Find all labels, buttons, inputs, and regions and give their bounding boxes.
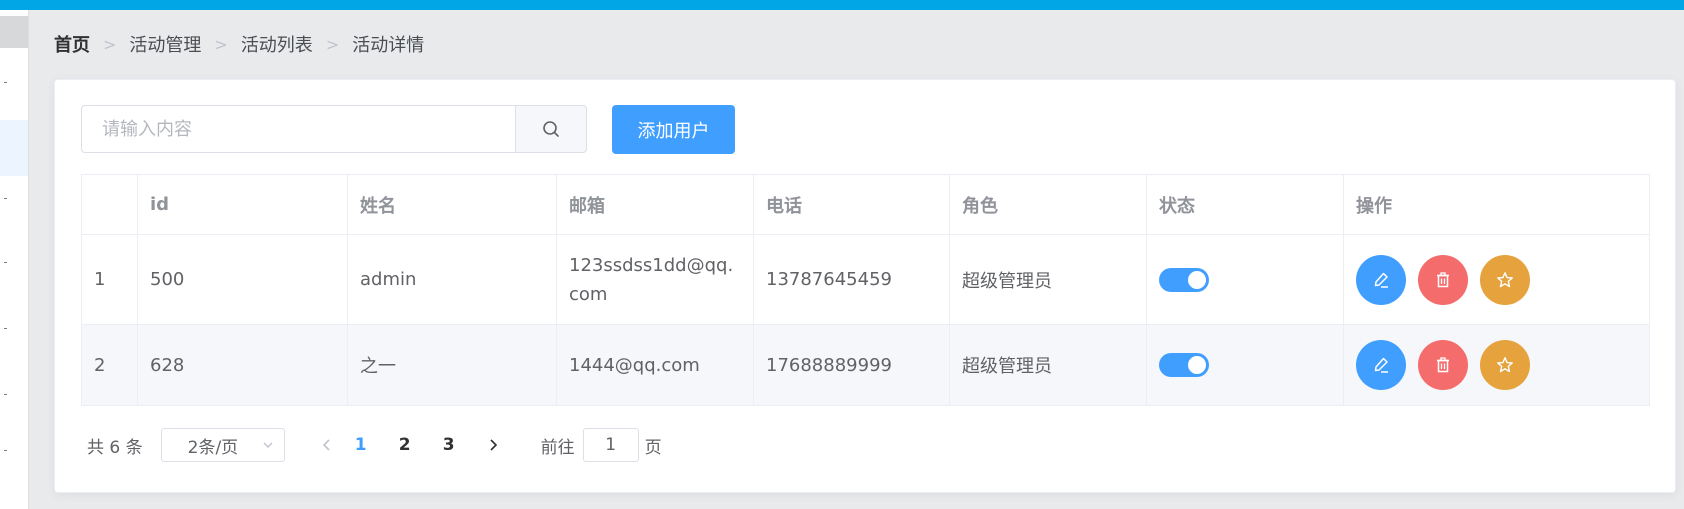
edit-button[interactable] xyxy=(1356,340,1406,390)
status-cell xyxy=(1146,324,1344,406)
delete-icon xyxy=(1437,271,1449,287)
user-name: 之一 xyxy=(347,324,557,406)
row-index: 2 xyxy=(81,324,138,406)
content-card: 添加用户 id 姓名 邮箱 电话 角色 状态 操作 1 500 admin 1 xyxy=(54,79,1676,493)
total-count: 共 6 条 xyxy=(87,437,143,458)
sidebar-item-marker[interactable] xyxy=(4,450,7,451)
toggle-knob xyxy=(1188,270,1206,289)
breadcrumb: 首页 > 活动管理 > 活动列表 > 活动详情 xyxy=(54,31,425,57)
user-email: 123ssdss1dd@qq.com xyxy=(556,234,754,325)
sidebar-item-marker[interactable] xyxy=(4,198,7,199)
top-bar xyxy=(0,0,1684,10)
column-header-email: 邮箱 xyxy=(556,174,754,235)
user-phone: 17688889999 xyxy=(753,324,950,406)
sidebar-active-item[interactable] xyxy=(0,120,28,176)
sidebar-item-marker[interactable] xyxy=(4,328,7,329)
column-header-name: 姓名 xyxy=(347,174,557,235)
delete-button[interactable] xyxy=(1418,254,1468,305)
sidebar-header xyxy=(0,16,28,48)
column-header-phone: 电话 xyxy=(753,174,950,235)
delete-icon xyxy=(1437,357,1449,373)
sidebar-item-marker[interactable] xyxy=(4,262,7,263)
goto-suffix: 页 xyxy=(644,437,662,458)
table-header-row: id 姓名 邮箱 电话 角色 状态 操作 xyxy=(81,174,1650,235)
user-id: 628 xyxy=(137,324,348,406)
column-header-status: 状态 xyxy=(1146,174,1344,235)
user-table: id 姓名 邮箱 电话 角色 状态 操作 1 500 admin 123ssds… xyxy=(81,174,1650,406)
goto-label: 前往 xyxy=(540,437,575,458)
next-page-button[interactable] xyxy=(481,438,505,452)
delete-button[interactable] xyxy=(1418,340,1468,390)
chevron-right-icon xyxy=(490,439,497,451)
status-cell xyxy=(1146,234,1344,325)
edit-button[interactable] xyxy=(1356,254,1406,305)
search-group xyxy=(81,105,587,153)
star-button[interactable] xyxy=(1480,254,1530,305)
user-email: 1444@qq.com xyxy=(556,324,754,406)
chevron-down-icon xyxy=(263,442,273,448)
search-icon xyxy=(543,121,559,137)
edit-icon xyxy=(1374,357,1388,373)
sidebar xyxy=(0,10,29,509)
breadcrumb-current: 活动详情 xyxy=(352,35,425,56)
status-toggle[interactable] xyxy=(1159,353,1209,377)
page-number[interactable]: 3 xyxy=(427,435,471,455)
column-header-id: id xyxy=(137,174,348,235)
sidebar-item-marker[interactable] xyxy=(4,394,7,395)
star-icon xyxy=(1497,357,1513,373)
prev-page-button[interactable] xyxy=(315,438,339,452)
breadcrumb-separator-icon: > xyxy=(103,34,117,54)
edit-icon xyxy=(1374,272,1388,288)
star-button[interactable] xyxy=(1480,340,1530,390)
goto-page-input[interactable] xyxy=(582,428,639,462)
sidebar-item-marker[interactable] xyxy=(4,82,7,83)
toggle-knob xyxy=(1188,356,1206,374)
page-number[interactable]: 2 xyxy=(383,435,427,455)
table-row: 2 628 之一 1444@qq.com 17688889999 超级管理员 xyxy=(81,324,1650,406)
breadcrumb-item[interactable]: 活动列表 xyxy=(241,31,313,57)
breadcrumb-home[interactable]: 首页 xyxy=(54,31,90,57)
table-row: 1 500 admin 123ssdss1dd@qq.com 137876454… xyxy=(81,234,1650,325)
user-name: admin xyxy=(347,234,557,325)
user-role: 超级管理员 xyxy=(949,324,1147,406)
chevron-left-icon xyxy=(322,439,330,451)
actions-cell xyxy=(1343,324,1650,406)
user-role: 超级管理员 xyxy=(949,234,1147,325)
user-phone: 13787645459 xyxy=(753,234,950,325)
breadcrumb-item[interactable]: 活动管理 xyxy=(129,31,201,57)
page-size-select[interactable]: 2条/页 xyxy=(160,428,285,462)
column-header-actions: 操作 xyxy=(1343,174,1650,235)
row-index: 1 xyxy=(81,234,138,325)
star-icon xyxy=(1497,271,1513,287)
column-header-role: 角色 xyxy=(949,174,1147,235)
add-user-button[interactable]: 添加用户 xyxy=(612,105,735,154)
search-input[interactable] xyxy=(81,105,515,153)
column-header-index xyxy=(81,174,138,235)
pagination: 共 6 条 2条/页 1 2 3 前往 页 xyxy=(87,428,662,462)
search-button[interactable] xyxy=(515,105,587,153)
status-toggle[interactable] xyxy=(1159,267,1209,292)
page-number[interactable]: 1 xyxy=(339,435,383,455)
breadcrumb-separator-icon: > xyxy=(325,34,340,54)
page-size-value: 2条/页 xyxy=(187,437,239,458)
breadcrumb-separator-icon: > xyxy=(214,34,228,54)
user-id: 500 xyxy=(137,234,348,325)
actions-cell xyxy=(1343,234,1650,325)
